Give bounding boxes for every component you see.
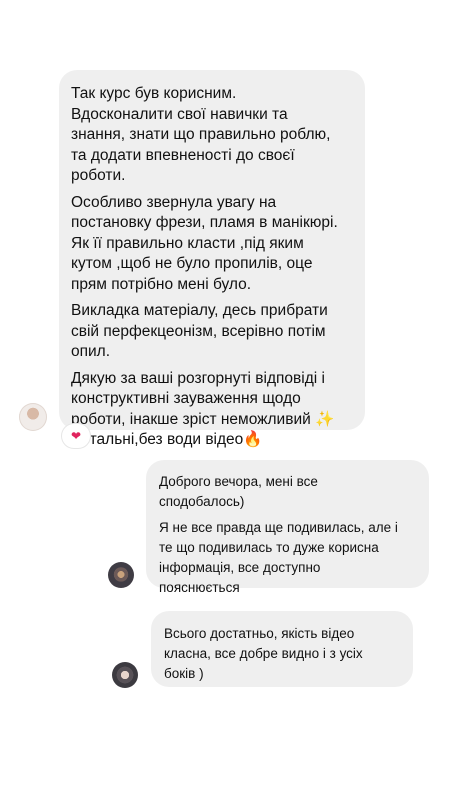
message-paragraph: Дякую за ваші розгорнуті відповіді і кон… xyxy=(71,369,335,449)
message-paragraph: Доброго вечора, мені все сподобалось) xyxy=(159,474,318,509)
heart-reaction-icon[interactable]: ❤ xyxy=(64,426,88,446)
message-bubble[interactable]: Всього достатньо, якість відео класна, в… xyxy=(151,611,413,687)
sender-avatar[interactable] xyxy=(112,662,138,688)
message-paragraph: Всього достатньо, якість відео класна, в… xyxy=(164,626,363,681)
message-paragraph: Я не все правда ще подивилась, але і те … xyxy=(159,520,398,595)
message-paragraph: Особливо звернула увагу на постановку фр… xyxy=(71,193,338,293)
message-paragraph: Викладка матеріалу, десь прибрати свій п… xyxy=(71,302,328,360)
message-thread: Так курс був корисним. Вдосконалити свої… xyxy=(0,0,450,800)
sender-avatar[interactable] xyxy=(19,403,47,431)
message-bubble[interactable]: Доброго вечора, мені все сподобалось) Я … xyxy=(146,460,429,595)
sender-avatar[interactable] xyxy=(108,562,134,588)
message-bubble[interactable]: Так курс був корисним. Вдосконалити свої… xyxy=(59,70,365,448)
message-paragraph: Так курс був корисним. Вдосконалити свої… xyxy=(71,85,331,184)
